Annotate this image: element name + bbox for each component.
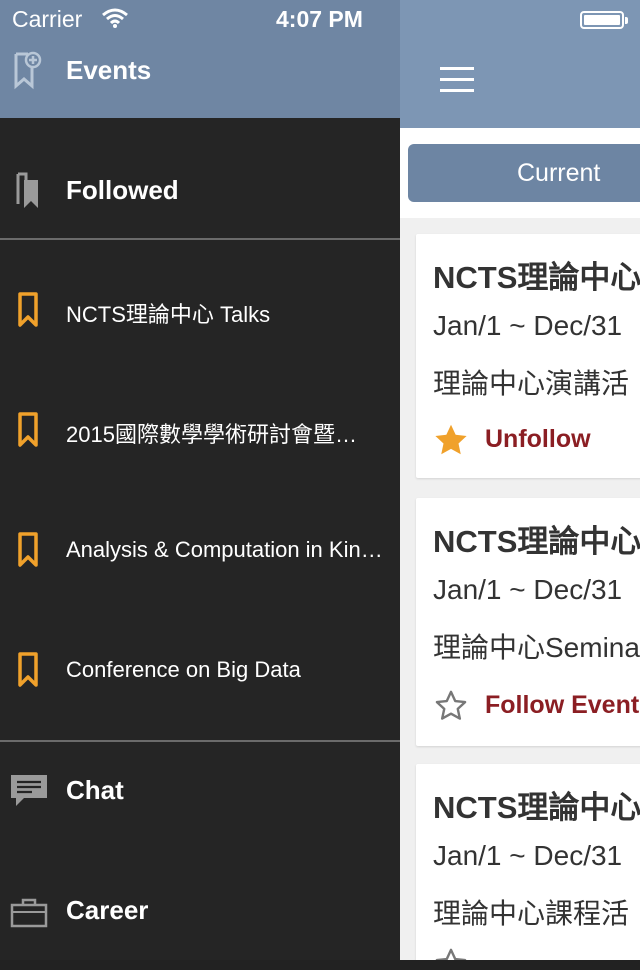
event-label: Analysis & Computation in Kin…	[66, 537, 383, 562]
followed-event-item[interactable]: Analysis & Computation in Kin…	[0, 490, 400, 610]
event-card-description: 理論中心課程活	[433, 898, 630, 929]
drawer-header: Carrier 4:07 PM Events	[0, 0, 400, 118]
event-label: 2015國際數學學術研討會暨…	[66, 422, 357, 447]
followed-event-item[interactable]: NCTS理論中心 Talks	[0, 250, 400, 370]
event-label: NCTS理論中心 Talks	[66, 302, 271, 327]
event-card-date: Jan/1 ~ Dec/31	[433, 840, 623, 871]
segment-current-button[interactable]: Current	[408, 144, 640, 202]
main-content: Current NCTS理論中心 Jan/1 ~ Dec/31 理論中心演講活 …	[400, 0, 640, 960]
bookmark-icon	[18, 532, 38, 567]
star-filled-icon	[435, 424, 467, 455]
menu-item-events[interactable]: Events	[0, 10, 400, 118]
menu-item-followed[interactable]: Followed	[0, 130, 400, 250]
menu-label: Events	[66, 55, 152, 85]
star-outline-icon	[435, 948, 467, 960]
side-drawer: Carrier 4:07 PM Events Followed NCTS理論中心…	[0, 0, 400, 960]
bookmark-icon	[18, 412, 38, 447]
follow-label: Follow Event	[485, 691, 640, 719]
followed-event-item[interactable]: Conference on Big Data	[0, 610, 400, 730]
event-label: Conference on Big Data	[66, 657, 301, 682]
event-card-title: NCTS理論中心	[433, 260, 640, 295]
briefcase-icon	[10, 898, 48, 928]
divider	[0, 238, 400, 240]
event-card[interactable]: NCTS理論中心 Jan/1 ~ Dec/31 理論中心課程活	[416, 764, 640, 960]
menu-label: Chat	[66, 775, 124, 805]
battery-icon	[580, 11, 628, 29]
event-card-description: 理論中心Semina	[433, 632, 640, 663]
menu-label: Career	[66, 895, 149, 925]
bookmark-add-icon	[14, 51, 42, 90]
event-card[interactable]: NCTS理論中心 Jan/1 ~ Dec/31 理論中心Semina Follo…	[416, 498, 640, 746]
event-card-title: NCTS理論中心	[433, 524, 640, 559]
event-card-description: 理論中心演講活	[433, 368, 630, 399]
bookmarks-icon	[16, 172, 38, 208]
menu-label: Followed	[66, 175, 179, 205]
menu-item-chat[interactable]: Chat	[0, 730, 400, 850]
bookmark-icon	[18, 652, 38, 687]
segment-bar: Current	[400, 128, 640, 218]
navigation-bar	[400, 0, 640, 128]
followed-event-item[interactable]: 2015國際數學學術研討會暨…	[0, 370, 400, 490]
event-card-date: Jan/1 ~ Dec/31	[433, 310, 623, 341]
menu-icon[interactable]	[440, 64, 474, 94]
chat-icon	[11, 775, 47, 806]
follow-label: Unfollow	[485, 425, 591, 453]
star-outline-icon	[435, 690, 467, 720]
event-card-title: NCTS理論中心	[433, 790, 640, 825]
bookmark-icon	[18, 292, 38, 327]
event-card[interactable]: NCTS理論中心 Jan/1 ~ Dec/31 理論中心演講活 Unfollow	[416, 234, 640, 478]
menu-item-career[interactable]: Career	[0, 850, 400, 970]
event-card-date: Jan/1 ~ Dec/31	[433, 574, 623, 605]
